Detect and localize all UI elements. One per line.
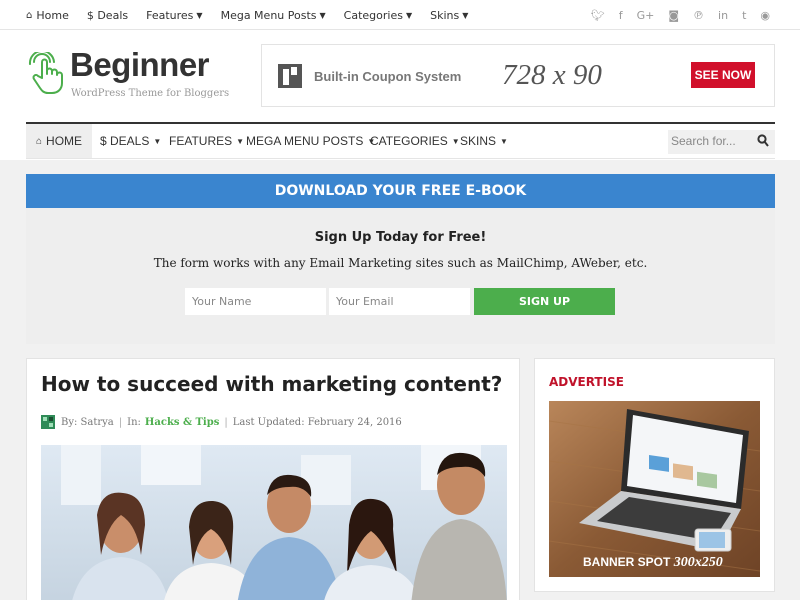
post-author[interactable]: By: Satrya	[61, 417, 114, 428]
see-now-button[interactable]: SEE NOW	[691, 62, 755, 88]
mainnav-item-skins[interactable]: SKINS ▼	[450, 124, 518, 158]
avatar-icon	[41, 415, 55, 429]
topnav-label: Skins	[430, 8, 460, 22]
post-in-label: In:	[127, 416, 141, 428]
search-input[interactable]: Search for...	[668, 130, 775, 154]
mainnav-label: FEATURES	[169, 134, 233, 148]
twitter-icon[interactable]: 🐦︎	[591, 9, 605, 22]
mainnav-item-home[interactable]: ⌂ HOME	[26, 124, 93, 158]
laptop-banner-image	[549, 401, 760, 577]
post-updated: Last Updated: February 24, 2016	[232, 416, 402, 428]
banner-label: BANNER SPOT	[583, 555, 671, 569]
ad-size: 728 x 90	[502, 59, 602, 91]
main-nav: ⌂ HOME $ DEALS ▼ FEATURES ▼ MEGA MENU PO…	[26, 122, 775, 159]
tumblr-icon[interactable]: t	[742, 9, 746, 22]
header-ad-banner[interactable]: Built-in Coupon System 728 x 90 SEE NOW	[261, 44, 775, 107]
post-title[interactable]: How to succeed with marketing content?	[41, 372, 502, 396]
mainnav-label: SKINS	[460, 134, 497, 148]
post-featured-image[interactable]	[41, 445, 507, 600]
author-avatar[interactable]	[41, 415, 55, 429]
chevron-down-icon: ▼	[462, 10, 469, 20]
pinterest-icon[interactable]: ℗	[693, 9, 704, 22]
topnav-item-home[interactable]: ⌂ Home	[26, 9, 69, 22]
topnav-label: Home	[36, 8, 69, 22]
site-tagline: WordPress Theme for Bloggers	[71, 88, 230, 99]
topnav-item-skins[interactable]: Skins ▼	[430, 9, 468, 22]
top-bar: ⌂ Home $ Deals Features ▼ Mega Menu Post…	[0, 0, 800, 30]
social-links: 🐦︎ f G+ ◙ ℗ in t ◉	[577, 0, 770, 30]
facebook-icon[interactable]: f	[619, 9, 623, 22]
topnav-item-categories[interactable]: Categories ▼	[344, 9, 412, 22]
mainnav-label: HOME	[46, 134, 83, 148]
banner-size: 300x250	[673, 555, 723, 570]
main-nav-wrapper: ⌂ HOME $ DEALS ▼ FEATURES ▼ MEGA MENU PO…	[0, 115, 800, 160]
instagram-icon[interactable]: ◙	[668, 9, 679, 22]
post-category[interactable]: Hacks & Tips	[145, 417, 219, 428]
post-meta: By: Satrya | In: Hacks & Tips | Last Upd…	[41, 413, 402, 431]
topnav-item-mega-menu[interactable]: Mega Menu Posts ▼	[221, 9, 326, 22]
ebook-optin: DOWNLOAD YOUR FREE E-BOOK Sign Up Today …	[26, 174, 775, 344]
optin-text: The form works with any Email Marketing …	[153, 256, 648, 270]
meta-separator: |	[224, 416, 228, 428]
topnav-label: Features	[146, 8, 194, 22]
mainnav-label: MEGA MENU POSTS	[246, 134, 364, 148]
home-icon: ⌂	[26, 9, 33, 21]
sidebar-widget: ADVERTISE BANNER SPOT 300x250	[534, 358, 775, 592]
topnav-label: Categories	[343, 8, 403, 22]
top-nav: ⌂ Home $ Deals Features ▼ Mega Menu Post…	[26, 0, 486, 30]
linkedin-icon[interactable]: in	[718, 9, 728, 22]
topnav-label: $ Deals	[86, 8, 129, 22]
optin-heading: Sign Up Today for Free!	[314, 230, 487, 245]
team-photo	[41, 445, 507, 600]
ad-text: Built-in Coupon System	[314, 69, 462, 84]
mainnav-label: $ DEALS	[100, 134, 150, 148]
topnav-item-deals[interactable]: $ Deals	[87, 9, 128, 22]
sign-up-button[interactable]: SIGN UP	[474, 288, 615, 315]
optin-bar: DOWNLOAD YOUR FREE E-BOOK	[26, 174, 775, 208]
google-plus-icon[interactable]: G+	[637, 9, 655, 22]
chevron-down-icon: ▼	[319, 10, 326, 20]
topnav-item-features[interactable]: Features ▼	[146, 9, 202, 22]
sidebar-title: ADVERTISE	[549, 375, 624, 389]
site-title[interactable]: Beginner	[70, 46, 210, 84]
home-icon: ⌂	[36, 135, 43, 147]
topnav-label: Mega Menu Posts	[220, 8, 317, 22]
mainnav-label: CATEGORIES	[370, 134, 448, 148]
banner-caption: BANNER SPOT 300x250	[583, 555, 723, 571]
name-field[interactable]: Your Name	[185, 288, 326, 315]
chevron-down-icon: ▼	[405, 10, 413, 20]
site-header: Beginner WordPress Theme for Bloggers Bu…	[0, 30, 800, 115]
rss-icon[interactable]: ◉	[760, 9, 770, 22]
pointing-hand-icon[interactable]	[26, 52, 66, 96]
meta-separator: |	[118, 416, 123, 428]
email-placeholder: Your Email	[336, 295, 394, 308]
search-placeholder: Search for...	[671, 134, 736, 148]
email-field[interactable]: Your Email	[329, 288, 470, 315]
coupon-logo-icon	[278, 64, 302, 88]
search-icon[interactable]	[757, 134, 769, 148]
name-placeholder: Your Name	[192, 295, 252, 308]
post-card: How to succeed with marketing content? B…	[26, 358, 520, 600]
chevron-down-icon: ▼	[500, 136, 508, 146]
sidebar-ad-banner[interactable]: BANNER SPOT 300x250	[549, 401, 760, 577]
chevron-down-icon: ▼	[196, 10, 203, 20]
